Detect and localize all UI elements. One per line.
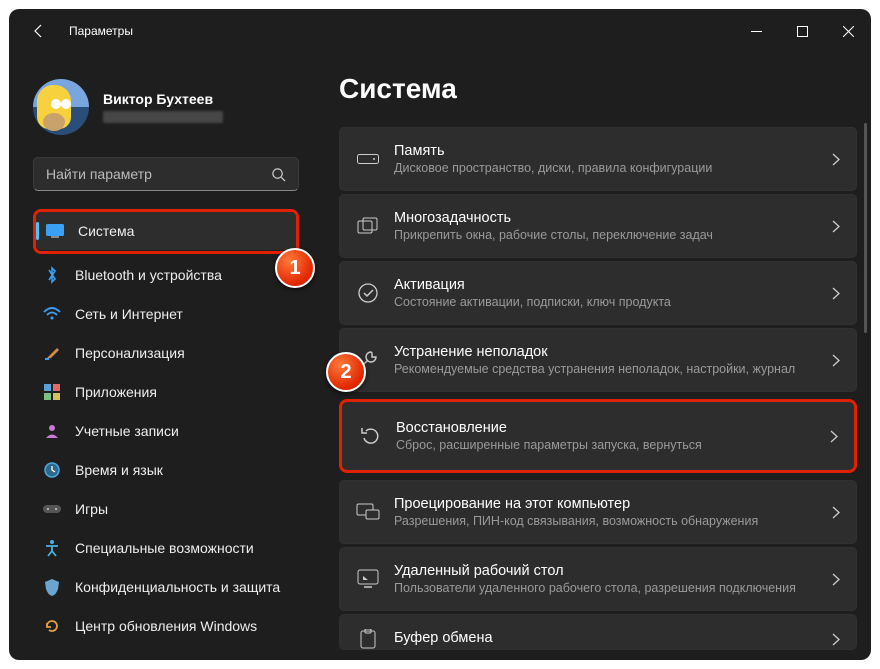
system-icon [46,222,64,240]
titlebar: Параметры [9,9,871,53]
gaming-icon [43,500,61,518]
annotation-highlight-1: Система [33,209,299,254]
search-input[interactable] [46,166,271,182]
card-title: Устранение неполадок [394,344,826,360]
annotation-badge-1: 1 [275,248,315,288]
nav-apps[interactable]: Приложения [33,373,299,411]
content-area: Система Память Дисковое пространство, дис… [311,53,871,660]
chevron-right-icon [832,153,840,166]
profile-email-redacted [103,111,223,123]
nav-gaming[interactable]: Игры [33,490,299,528]
clock-icon [43,461,61,479]
card-recovery[interactable]: Восстановление Сброс, расширенные парамет… [339,399,857,473]
card-sub: Рекомендуемые средства устранения непола… [394,362,826,376]
settings-window: Параметры Виктор Бухтеев [9,9,871,660]
storage-icon [348,151,388,167]
window-controls [733,9,871,53]
chevron-right-icon [832,220,840,233]
chevron-right-icon [832,633,840,646]
projecting-icon [348,503,388,521]
accounts-icon [43,422,61,440]
nav-accounts[interactable]: Учетные записи [33,412,299,450]
accessibility-icon [43,539,61,557]
card-troubleshoot[interactable]: Устранение неполадок Рекомендуемые средст… [339,328,857,392]
window-title: Параметры [69,24,133,38]
card-multitasking[interactable]: Многозадачность Прикрепить окна, рабочие … [339,194,857,258]
nav-time[interactable]: Время и язык [33,451,299,489]
nav-accessibility[interactable]: Специальные возможности [33,529,299,567]
card-title: Восстановление [396,420,824,436]
multitask-icon [348,217,388,235]
chevron-right-icon [832,573,840,586]
apps-icon [43,383,61,401]
card-title: Активация [394,277,826,293]
card-sub: Пользователи удаленного рабочего стола, … [394,581,826,595]
profile-block[interactable]: Виктор Бухтеев [33,77,299,137]
card-activation[interactable]: Активация Состояние активации, подписки, … [339,261,857,325]
avatar [33,79,89,135]
card-title: Проецирование на этот компьютер [394,496,826,512]
card-remote-desktop[interactable]: Удаленный рабочий стол Пользователи удале… [339,547,857,611]
nav-label: Учетные записи [75,423,179,439]
nav-label: Центр обновления Windows [75,618,257,634]
nav-bluetooth[interactable]: Bluetooth и устройства [33,256,299,294]
nav-label: Специальные возможности [75,540,254,556]
shield-icon [43,578,61,596]
clipboard-icon [348,629,388,649]
card-storage[interactable]: Память Дисковое пространство, диски, прав… [339,127,857,191]
page-title: Система [339,73,871,105]
nav-label: Игры [75,501,108,517]
brush-icon [43,344,61,362]
card-title: Удаленный рабочий стол [394,563,826,579]
card-sub: Дисковое пространство, диски, правила ко… [394,161,826,175]
card-sub: Сброс, расширенные параметры запуска, ве… [396,438,824,452]
sidebar: Виктор Бухтеев Система [9,53,311,660]
activation-icon [348,282,388,304]
card-sub: Прикрепить окна, рабочие столы, переключ… [394,228,826,242]
chevron-right-icon [832,354,840,367]
wifi-icon [43,305,61,323]
settings-list: Память Дисковое пространство, диски, прав… [339,127,871,650]
maximize-button[interactable] [779,9,825,53]
update-icon [43,617,61,635]
card-sub: Разрешения, ПИН-код связывания, возможно… [394,514,826,528]
card-projecting[interactable]: Проецирование на этот компьютер Разрешени… [339,480,857,544]
nav-personalization[interactable]: Персонализация [33,334,299,372]
nav-label: Bluetooth и устройства [75,267,222,283]
card-title: Буфер обмена [394,630,826,646]
card-title: Память [394,143,826,159]
nav-label: Сеть и Интернет [75,306,183,322]
nav-label: Время и язык [75,462,163,478]
search-box[interactable] [33,157,299,191]
card-sub: Состояние активации, подписки, ключ прод… [394,295,826,309]
nav-label: Система [78,223,134,239]
nav-label: Персонализация [75,345,185,361]
close-button[interactable] [825,9,871,53]
nav-update[interactable]: Центр обновления Windows [33,607,299,645]
nav-network[interactable]: Сеть и Интернет [33,295,299,333]
minimize-button[interactable] [733,9,779,53]
nav-system[interactable]: Система [36,212,296,250]
nav-privacy[interactable]: Конфиденциальность и защита [33,568,299,606]
nav-label: Приложения [75,384,157,400]
card-title: Многозадачность [394,210,826,226]
scrollbar[interactable] [864,123,867,333]
search-icon [271,167,286,182]
card-clipboard[interactable]: Буфер обмена [339,614,857,650]
chevron-right-icon [830,430,838,443]
chevron-right-icon [832,506,840,519]
nav-label: Конфиденциальность и защита [75,579,280,595]
annotation-badge-2: 2 [326,352,366,392]
bluetooth-icon [43,266,61,284]
profile-name: Виктор Бухтеев [103,91,223,107]
recovery-icon [350,425,390,447]
remote-icon [348,569,388,589]
back-button[interactable] [19,11,59,51]
chevron-right-icon [832,287,840,300]
